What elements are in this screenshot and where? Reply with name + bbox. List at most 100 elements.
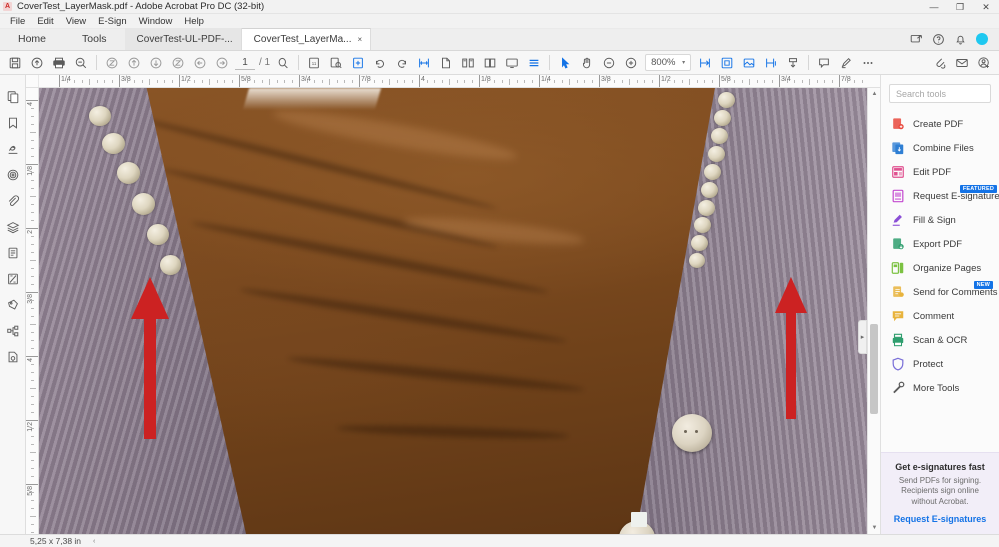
vertical-scrollbar[interactable]: ▲ ▼: [867, 88, 880, 534]
tool-item-protect[interactable]: Protect: [881, 352, 999, 376]
scroll-view-icon[interactable]: [523, 52, 545, 74]
menu-view[interactable]: View: [60, 14, 92, 29]
annotation-arrow-right[interactable]: [772, 273, 810, 423]
previous-page-arrow-icon[interactable]: [123, 52, 145, 74]
share-screen-icon[interactable]: [905, 30, 927, 48]
bookmarks-panel-icon[interactable]: [2, 110, 24, 136]
model-tree-panel-icon[interactable]: [2, 318, 24, 344]
comment-icon[interactable]: [813, 52, 835, 74]
tool-item-edit-pdf[interactable]: Edit PDF: [881, 160, 999, 184]
single-page-icon[interactable]: [435, 52, 457, 74]
document-tab-label: CoverTest_LayerMa...: [253, 34, 352, 45]
tool-item-fill-sign[interactable]: Fill & Sign: [881, 208, 999, 232]
rotate-counterclockwise-icon[interactable]: [391, 52, 413, 74]
tool-item-request-e-signatures[interactable]: Request E-signatures FEATURED: [881, 184, 999, 208]
content-panel-icon[interactable]: [2, 214, 24, 240]
promo-request-esignatures-link[interactable]: Request E-signatures: [889, 514, 991, 524]
highlight-pen-icon[interactable]: [835, 52, 857, 74]
search-tools-box[interactable]: [889, 84, 991, 103]
measure-icon[interactable]: [413, 52, 435, 74]
chevron-down-icon[interactable]: ▾: [682, 59, 685, 66]
attachments-panel-icon[interactable]: [2, 188, 24, 214]
book-view-icon[interactable]: [479, 52, 501, 74]
destinations-panel-icon[interactable]: [2, 240, 24, 266]
menu-edit[interactable]: Edit: [31, 14, 59, 29]
upload-cloud-icon[interactable]: [26, 52, 48, 74]
ruler-label: 4: [27, 358, 34, 362]
next-page-arrow-icon[interactable]: [145, 52, 167, 74]
tool-item-send-for-comments[interactable]: Send for Comments NEW: [881, 280, 999, 304]
stamp-panel-icon[interactable]: [2, 292, 24, 318]
tab-home[interactable]: Home: [0, 28, 64, 50]
zoom-plus-icon[interactable]: [620, 52, 642, 74]
fit-image-icon[interactable]: [738, 52, 760, 74]
print-icon[interactable]: [48, 52, 70, 74]
page-size-label: 5,25 x 7,38 in: [30, 536, 82, 546]
tool-item-export-pdf[interactable]: Export PDF: [881, 232, 999, 256]
page-number-field[interactable]: / 1: [235, 55, 270, 70]
find-icon[interactable]: [272, 52, 294, 74]
two-page-icon[interactable]: [457, 52, 479, 74]
page-thumbnails-panel-icon[interactable]: [2, 84, 24, 110]
menu-help[interactable]: Help: [178, 14, 210, 29]
document-tab-covertest-layermask[interactable]: CoverTest_LayerMa... ×: [241, 28, 372, 50]
vertical-scroll-thumb[interactable]: [870, 324, 878, 414]
zoom-out-tool-icon[interactable]: [70, 52, 92, 74]
email-icon[interactable]: [951, 52, 973, 74]
close-button[interactable]: ✕: [973, 0, 999, 14]
account-avatar[interactable]: [971, 30, 993, 48]
ruler-label: 1/2: [659, 76, 671, 83]
fit-width-icon[interactable]: [167, 52, 189, 74]
restore-button[interactable]: ❐: [947, 0, 973, 14]
go-back-icon[interactable]: [189, 52, 211, 74]
go-forward-icon[interactable]: [211, 52, 233, 74]
tab-tools[interactable]: Tools: [64, 28, 125, 50]
document-canvas[interactable]: ▸: [39, 88, 867, 534]
add-person-icon[interactable]: [973, 52, 995, 74]
send-for-comments-icon: [890, 285, 905, 300]
close-tab-icon[interactable]: ×: [357, 35, 362, 44]
tool-item-more-tools[interactable]: More Tools: [881, 376, 999, 400]
menu-esign[interactable]: E-Sign: [92, 14, 133, 29]
menu-window[interactable]: Window: [133, 14, 179, 29]
tool-item-organize-pages[interactable]: Organize Pages: [881, 256, 999, 280]
layers-panel-icon[interactable]: [2, 162, 24, 188]
minimize-button[interactable]: —: [921, 0, 947, 14]
tool-item-scan-ocr[interactable]: Scan & OCR: [881, 328, 999, 352]
annotation-arrow-left[interactable]: [127, 273, 173, 443]
fit-visible-icon[interactable]: [716, 52, 738, 74]
page-thumbnails-icon[interactable]: 11: [303, 52, 325, 74]
save-icon[interactable]: [4, 52, 26, 74]
select-cursor-icon[interactable]: [554, 52, 576, 74]
help-icon[interactable]: [927, 30, 949, 48]
tool-item-create-pdf[interactable]: Create PDF: [881, 112, 999, 136]
crop-icon[interactable]: [782, 52, 804, 74]
fit-one-icon[interactable]: [694, 52, 716, 74]
tool-item-combine-files[interactable]: Combine Files: [881, 136, 999, 160]
share-file-icon[interactable]: [929, 52, 951, 74]
add-page-icon[interactable]: [347, 52, 369, 74]
reading-mode-icon[interactable]: [501, 52, 523, 74]
ruler-label: 1/2: [179, 76, 191, 83]
menu-file[interactable]: File: [4, 14, 31, 29]
more-options-icon[interactable]: [857, 52, 879, 74]
zoom-level-selector[interactable]: 800% ▾: [645, 54, 692, 71]
status-collapse-icon[interactable]: ‹: [93, 538, 95, 545]
page-number-input[interactable]: [235, 55, 255, 70]
fit-select-icon[interactable]: [760, 52, 782, 74]
rotate-clockwise-icon[interactable]: [369, 52, 391, 74]
zoom-minus-icon[interactable]: [598, 52, 620, 74]
snapshot-icon[interactable]: [325, 52, 347, 74]
esignature-promo-panel: Get e-signatures fast Send PDFs for sign…: [881, 451, 999, 534]
notifications-bell-icon[interactable]: [949, 30, 971, 48]
document-tab-covertest-ul-pdf[interactable]: CoverTest-UL-PDF-...: [124, 28, 242, 50]
security-panel-icon[interactable]: [2, 344, 24, 370]
tab-bar: Home Tools CoverTest-UL-PDF-... CoverTes…: [0, 28, 999, 51]
tags-panel-icon[interactable]: [2, 266, 24, 292]
signature-panel-icon[interactable]: [2, 136, 24, 162]
right-pane-collapse-handle[interactable]: ▸: [858, 320, 867, 354]
hand-tool-icon[interactable]: [576, 52, 598, 74]
fit-page-icon[interactable]: [101, 52, 123, 74]
tool-item-comment[interactable]: Comment: [881, 304, 999, 328]
search-input[interactable]: [896, 88, 984, 99]
